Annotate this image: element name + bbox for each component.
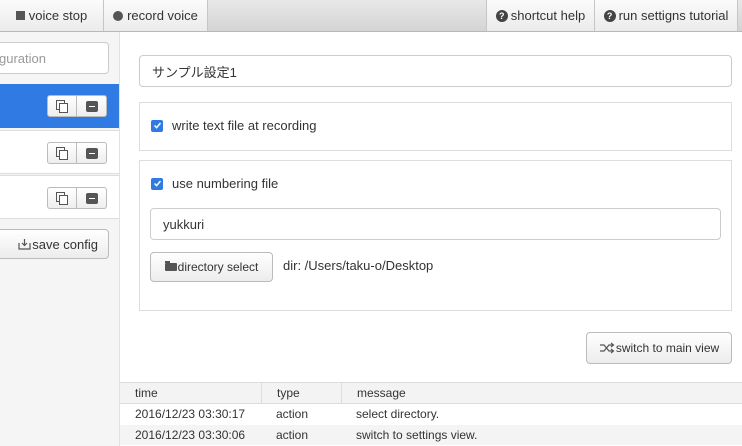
config-filter-input[interactable]: guration bbox=[0, 42, 109, 74]
minus-icon bbox=[85, 192, 98, 204]
copy-config-button[interactable] bbox=[47, 95, 77, 117]
top-toolbar: voice stop record voice ? shortcut help … bbox=[0, 0, 742, 32]
switch-to-main-view-label: switch to main view bbox=[615, 341, 720, 355]
write-text-checkbox-row[interactable]: write text file at recording bbox=[151, 118, 317, 133]
sidebar-item-config-1[interactable] bbox=[0, 84, 119, 128]
numbering-panel: use numbering file yukkuri directory sel… bbox=[139, 160, 732, 311]
numbering-file-value: yukkuri bbox=[163, 216, 205, 232]
config-filter-placeholder: guration bbox=[0, 50, 46, 66]
shortcut-help-button[interactable]: ? shortcut help bbox=[486, 0, 595, 31]
folder-icon bbox=[164, 261, 177, 271]
run-tutorial-label: run settigns tutorial bbox=[618, 8, 729, 23]
stop-icon bbox=[15, 11, 25, 20]
sidebar-item-config-2[interactable] bbox=[0, 130, 119, 174]
config-name-input[interactable]: サンプル設定1 bbox=[139, 55, 732, 87]
settings-panel: サンプル設定1 write text file at recording use… bbox=[120, 32, 742, 446]
numbering-file-input[interactable]: yukkuri bbox=[150, 208, 721, 240]
log-type: action bbox=[276, 407, 309, 421]
shortcut-help-label: shortcut help bbox=[510, 8, 586, 23]
log-column-message: message bbox=[341, 383, 742, 403]
log-time: 2016/12/23 03:30:06 bbox=[135, 428, 246, 442]
voice-stop-button[interactable]: voice stop bbox=[0, 0, 104, 31]
copy-icon bbox=[56, 192, 68, 205]
config-name-value: サンプル設定1 bbox=[152, 64, 237, 80]
record-voice-button[interactable]: record voice bbox=[104, 0, 208, 31]
sidebar-item-config-3[interactable] bbox=[0, 175, 119, 219]
log-message: select directory. bbox=[356, 407, 440, 421]
copy-icon bbox=[56, 100, 68, 113]
save-config-label: save config bbox=[32, 236, 98, 252]
copy-config-button[interactable] bbox=[47, 142, 77, 164]
record-voice-label: record voice bbox=[127, 8, 198, 23]
run-tutorial-button[interactable]: ? run settigns tutorial bbox=[595, 0, 738, 31]
switch-to-main-view-button[interactable]: switch to main view bbox=[586, 332, 732, 364]
log-message: switch to settings view. bbox=[356, 428, 478, 442]
copy-icon bbox=[56, 147, 68, 160]
use-numbering-checkbox[interactable] bbox=[151, 177, 163, 190]
minus-icon bbox=[85, 100, 98, 112]
question-icon: ? bbox=[495, 9, 508, 22]
use-numbering-label: use numbering file bbox=[172, 176, 279, 191]
log-table-header: time type message bbox=[120, 382, 742, 404]
use-numbering-checkbox-row[interactable]: use numbering file bbox=[151, 176, 278, 191]
write-text-checkbox[interactable] bbox=[151, 119, 163, 132]
log-type: action bbox=[276, 428, 309, 442]
voice-stop-label: voice stop bbox=[28, 8, 88, 23]
directory-select-label: directory select bbox=[177, 260, 259, 274]
delete-config-button[interactable] bbox=[77, 187, 107, 209]
config-sidebar: guration save config bbox=[0, 32, 120, 446]
minus-icon bbox=[85, 147, 98, 159]
directory-select-button[interactable]: directory select bbox=[150, 252, 273, 282]
record-icon bbox=[113, 10, 124, 21]
shuffle-icon bbox=[599, 342, 615, 354]
table-row: 2016/12/23 03:30:06 action switch to set… bbox=[120, 425, 742, 445]
question-icon: ? bbox=[603, 9, 616, 22]
check-icon bbox=[153, 180, 161, 187]
log-column-time: time bbox=[135, 386, 158, 400]
table-row: 2016/12/23 03:30:17 action select direct… bbox=[120, 404, 742, 424]
save-icon bbox=[18, 239, 31, 250]
check-icon bbox=[153, 122, 161, 129]
save-config-button[interactable]: save config bbox=[0, 229, 109, 259]
write-text-label: write text file at recording bbox=[172, 118, 317, 133]
log-time: 2016/12/23 03:30:17 bbox=[135, 407, 246, 421]
write-text-panel: write text file at recording bbox=[139, 102, 732, 151]
directory-path-text: dir: /Users/taku-o/Desktop bbox=[283, 258, 434, 273]
copy-config-button[interactable] bbox=[47, 187, 77, 209]
delete-config-button[interactable] bbox=[77, 95, 107, 117]
log-column-type: type bbox=[261, 383, 341, 403]
delete-config-button[interactable] bbox=[77, 142, 107, 164]
